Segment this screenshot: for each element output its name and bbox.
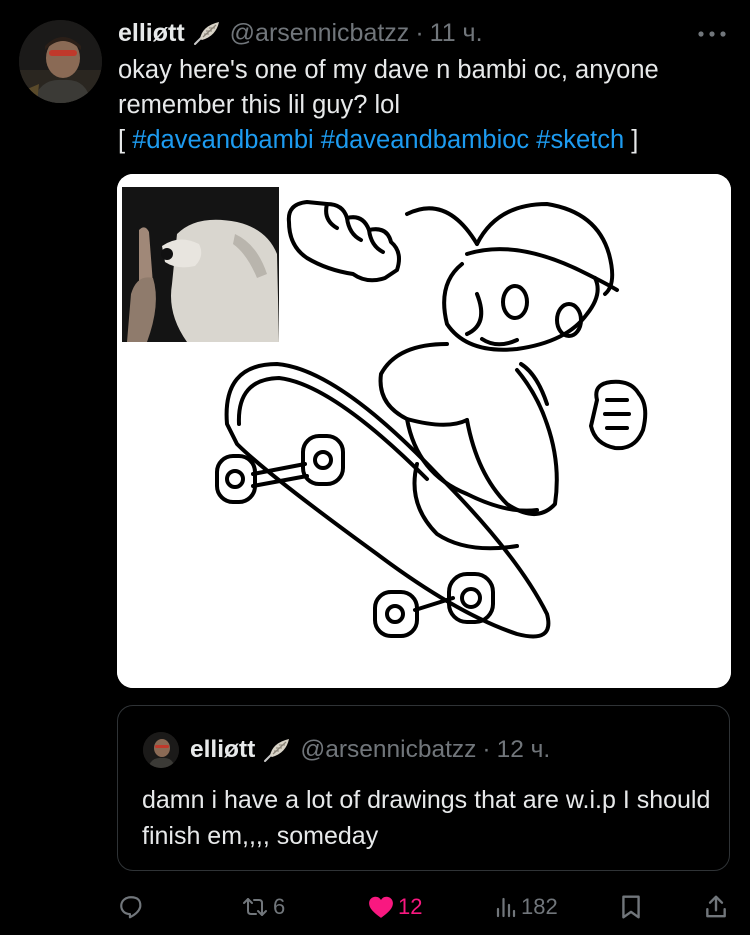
quote-header: elliøtt @arsennicbatzz · 12 ч. — [190, 734, 550, 766]
reply-button[interactable] — [118, 888, 148, 926]
separator-dot: · — [482, 736, 491, 763]
bracket-open: [ — [118, 126, 126, 154]
quote-time: 12 ч. — [496, 736, 551, 763]
like-button[interactable]: 12 — [368, 888, 422, 926]
post-text: okay here's one of my dave n bambi oc, a… — [118, 53, 733, 158]
quote-text: damn i have a lot of drawings that are w… — [142, 786, 711, 850]
like-count: 12 — [398, 894, 423, 919]
feather-icon — [262, 737, 292, 763]
hashtag-line: [ #daveandbambi #daveandbambioc #sketch … — [118, 123, 733, 158]
action-bar: 6 12 182 — [0, 888, 750, 928]
post-time[interactable]: 11 ч. — [430, 19, 483, 48]
repost-button[interactable]: 6 — [241, 888, 285, 926]
reply-icon — [118, 894, 144, 920]
author-avatar[interactable] — [19, 20, 102, 103]
bookmark-button[interactable] — [619, 888, 643, 926]
bracket-close: ] — [631, 126, 639, 154]
hashtag-link[interactable]: #daveandbambi — [132, 126, 313, 154]
repost-count: 6 — [273, 894, 286, 919]
separator-dot: · — [415, 18, 424, 47]
post-media-image[interactable] — [117, 174, 731, 688]
dog-photo-inset — [122, 187, 279, 342]
hashtag-link[interactable]: #daveandbambioc — [321, 126, 529, 154]
quote-author-avatar[interactable] — [143, 732, 179, 768]
post-text-line: okay here's one of my dave n bambi oc, a… — [118, 56, 659, 84]
views-icon — [495, 895, 517, 919]
share-button[interactable] — [704, 888, 728, 926]
quote-author-name: elliøtt — [190, 736, 256, 763]
bookmark-icon — [619, 894, 643, 920]
views-button[interactable]: 182 — [495, 888, 558, 926]
more-icon[interactable] — [690, 22, 734, 46]
hashtag-link[interactable]: #sketch — [536, 126, 624, 154]
post-text-line: remember this lil guy? lol — [118, 91, 401, 119]
author-name[interactable]: elliøtt — [118, 19, 185, 48]
author-handle[interactable]: @arsennicbatzz — [230, 19, 410, 48]
views-count: 182 — [521, 894, 558, 919]
quoted-post[interactable]: elliøtt @arsennicbatzz · 12 ч. damn i ha… — [117, 705, 730, 871]
feather-icon — [192, 20, 222, 46]
share-icon — [704, 894, 728, 920]
repost-icon — [241, 894, 269, 920]
quote-author-handle: @arsennicbatzz — [300, 736, 477, 763]
like-icon — [368, 895, 394, 919]
post-header: elliøtt @arsennicbatzz · 11 ч. — [118, 16, 483, 50]
